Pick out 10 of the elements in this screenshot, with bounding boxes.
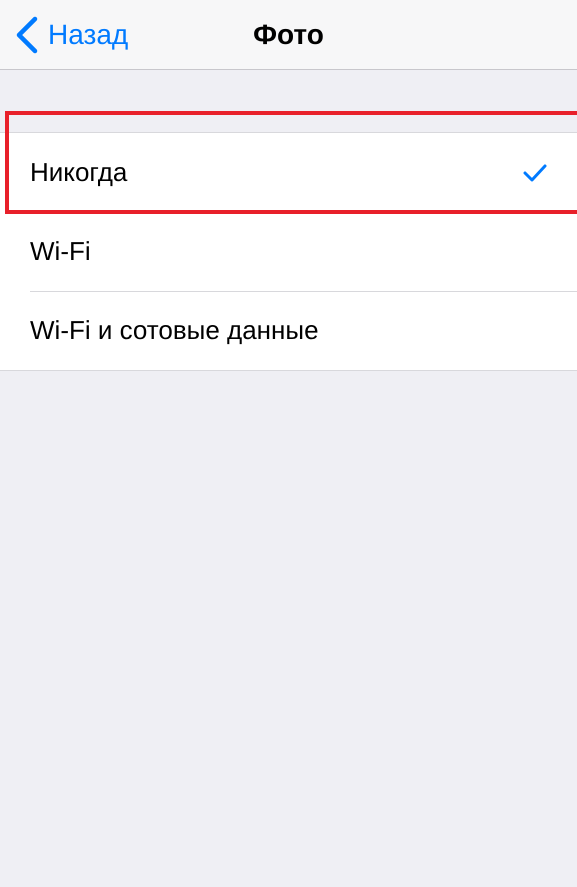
option-row[interactable]: Wi-Fi	[0, 212, 577, 291]
screen-title: Фото	[253, 18, 324, 50]
option-row[interactable]: Никогда	[0, 133, 577, 212]
checkmark-icon	[523, 164, 547, 182]
back-button[interactable]: Назад	[14, 16, 128, 54]
option-label: Wi-Fi и сотовые данные	[30, 315, 320, 346]
chevron-left-icon	[14, 16, 38, 54]
option-row[interactable]: Wi-Fi и сотовые данные	[0, 291, 577, 370]
option-label: Никогда	[30, 157, 128, 188]
option-label: Wi-Fi	[30, 236, 92, 267]
